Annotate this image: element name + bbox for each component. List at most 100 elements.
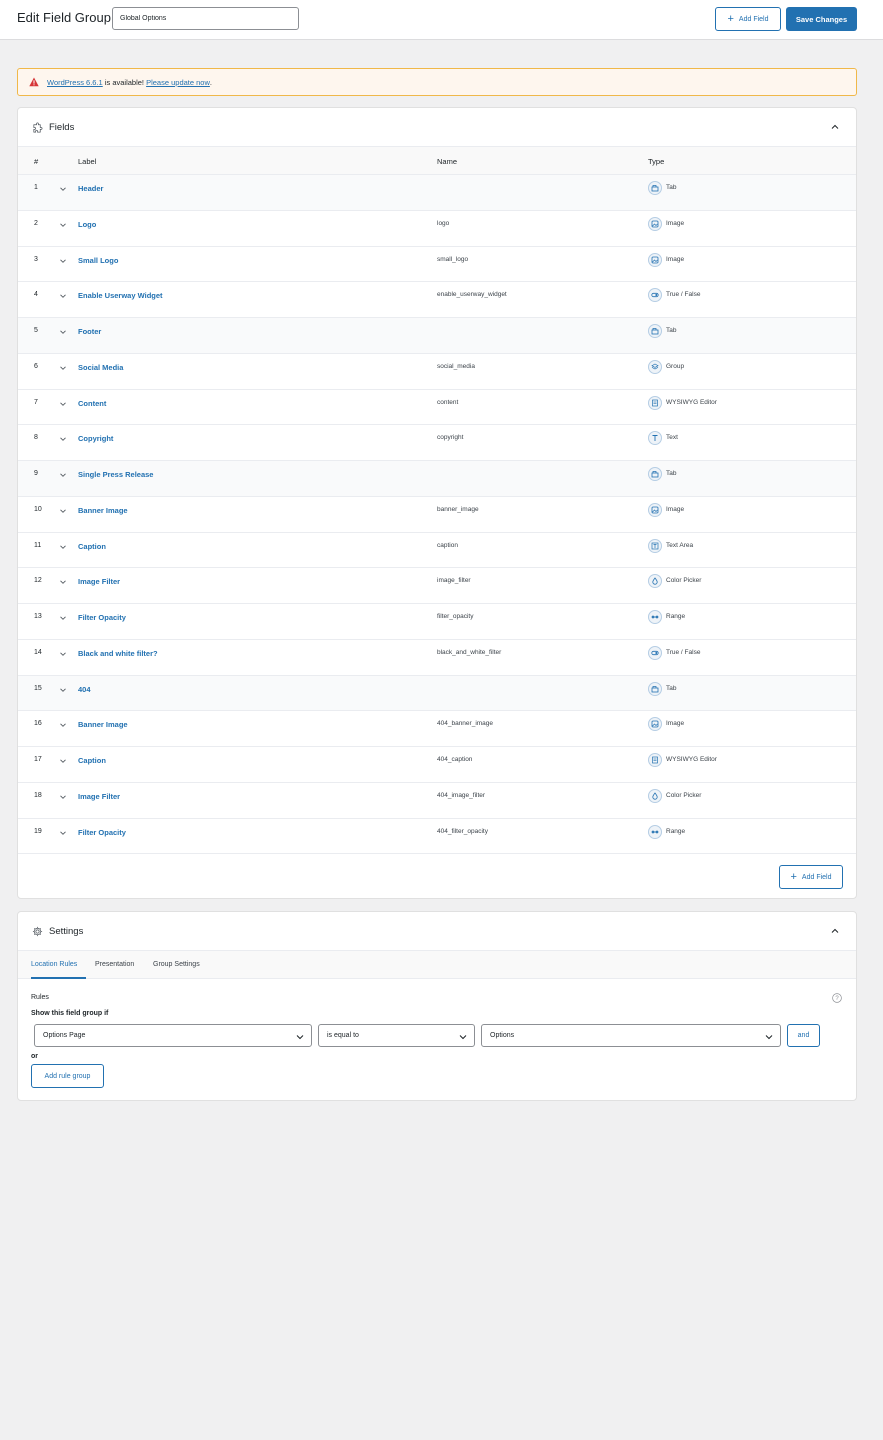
fields-table-header: # Label Name Type: [18, 146, 856, 175]
field-row[interactable]: 17 Caption 404_caption WYSIWYG Editor: [18, 747, 856, 783]
field-row[interactable]: 10 Banner Image banner_image Image: [18, 496, 856, 533]
plus-icon: +: [727, 12, 734, 25]
field-row[interactable]: 12 Image Filter image_filter Color Picker: [18, 568, 856, 604]
expand-chevron-down-icon[interactable]: [59, 292, 67, 300]
rule-operator-select[interactable]: is equal to: [318, 1024, 475, 1047]
field-row[interactable]: 1 Header Tab: [18, 175, 856, 211]
field-label-link[interactable]: 404: [78, 685, 91, 694]
tab-presentation[interactable]: Presentation: [95, 961, 134, 968]
tab-group-settings[interactable]: Group Settings: [153, 961, 200, 968]
field-label-link[interactable]: Logo: [78, 220, 96, 229]
rule-param-select[interactable]: Options Page: [34, 1024, 312, 1047]
expand-chevron-down-icon[interactable]: [59, 578, 67, 586]
field-type: Tab: [666, 184, 677, 191]
add-field-button[interactable]: + Add Field: [715, 7, 781, 31]
field-label-link[interactable]: Banner Image: [78, 506, 128, 515]
expand-chevron-down-icon[interactable]: [59, 543, 67, 551]
field-row[interactable]: 5 Footer Tab: [18, 318, 856, 354]
field-row[interactable]: 18 Image Filter 404_image_filter Color Pick…: [18, 782, 856, 819]
expand-chevron-down-icon[interactable]: [59, 221, 67, 229]
rule-value-select[interactable]: Options: [481, 1024, 781, 1047]
field-label-link[interactable]: Enable Userway Widget: [78, 291, 163, 300]
settings-tabs: Location Rules Presentation Group Settin…: [18, 950, 856, 979]
expand-chevron-down-icon[interactable]: [59, 793, 67, 801]
update-now-link[interactable]: Please update now: [146, 78, 210, 87]
field-type: WYSIWYG Editor: [666, 398, 717, 406]
and-rule-button[interactable]: and: [787, 1024, 820, 1047]
expand-chevron-down-icon[interactable]: [59, 328, 67, 336]
expand-chevron-down-icon[interactable]: [59, 829, 67, 837]
expand-chevron-down-icon[interactable]: [59, 185, 67, 193]
tab-location-rules[interactable]: Location Rules: [31, 961, 77, 968]
field-label-link[interactable]: Copyright: [78, 434, 113, 443]
image-icon: [648, 502, 662, 517]
expand-chevron-down-icon[interactable]: [59, 686, 67, 694]
field-label-link[interactable]: Filter Opacity: [78, 613, 126, 622]
expand-chevron-down-icon[interactable]: [59, 471, 67, 479]
color-picker-icon: [648, 788, 662, 803]
field-label-link[interactable]: Filter Opacity: [78, 828, 126, 837]
rule-param-value: Options Page: [43, 1032, 86, 1039]
expand-chevron-down-icon[interactable]: [59, 400, 67, 408]
field-group-title-input[interactable]: [112, 7, 299, 30]
field-label-link[interactable]: Banner Image: [78, 720, 128, 729]
field-order-number: 3: [34, 255, 38, 263]
expand-chevron-down-icon[interactable]: [59, 435, 67, 443]
field-label-link[interactable]: Black and white filter?: [78, 649, 158, 658]
expand-chevron-down-icon[interactable]: [59, 614, 67, 622]
add-field-bottom-button[interactable]: + Add Field: [779, 865, 843, 889]
field-order-number: 11: [34, 541, 42, 549]
field-label-link[interactable]: Footer: [78, 327, 101, 336]
expand-chevron-down-icon[interactable]: [59, 721, 67, 729]
field-row[interactable]: 19 Filter Opacity 404_filter_opacity Range: [18, 818, 856, 855]
field-row[interactable]: 16 Banner Image 404_banner_image Image: [18, 711, 856, 747]
color-picker-icon: [648, 574, 662, 589]
save-changes-button[interactable]: Save Changes: [786, 7, 857, 31]
field-row[interactable]: 9 Single Press Release Tab: [18, 461, 856, 497]
field-order-number: 15: [34, 684, 42, 692]
collapse-chevron-up-icon[interactable]: [830, 926, 840, 936]
field-label-link[interactable]: Image Filter: [78, 577, 120, 586]
field-row[interactable]: 7 Content content WYSIWYG Editor: [18, 389, 856, 426]
field-label-link[interactable]: Single Press Release: [78, 470, 153, 479]
image-icon: [648, 252, 662, 267]
expand-chevron-down-icon[interactable]: [59, 507, 67, 515]
field-order-number: 7: [34, 398, 38, 406]
svg-text:?: ?: [835, 996, 839, 1002]
settings-panel: Settings Location Rules Presentation Gro…: [17, 911, 857, 1101]
field-label-link[interactable]: Caption: [78, 756, 106, 765]
expand-chevron-down-icon[interactable]: [59, 257, 67, 265]
add-rule-group-button[interactable]: Add rule group: [31, 1064, 104, 1088]
field-label-link[interactable]: Social Media: [78, 363, 123, 372]
field-label-link[interactable]: Small Logo: [78, 256, 118, 265]
field-row[interactable]: 15 404 Tab: [18, 675, 856, 712]
field-row[interactable]: 14 Black and white filter? black_and_white…: [18, 639, 856, 676]
field-label-link[interactable]: Image Filter: [78, 792, 120, 801]
top-header-bar: Edit Field Group + Add Field Save Change…: [0, 0, 883, 40]
field-row[interactable]: 3 Small Logo small_logo Image: [18, 246, 856, 283]
column-number: #: [34, 157, 39, 166]
field-row[interactable]: 2 Logo logo Image: [18, 210, 856, 247]
field-order-number: 14: [34, 648, 42, 656]
field-row[interactable]: 11 Caption caption Text Area: [18, 532, 856, 569]
add-field-bottom-label: Add Field: [801, 873, 832, 881]
expand-chevron-down-icon[interactable]: [59, 364, 67, 372]
field-row[interactable]: 13 Filter Opacity filter_opacity Range: [18, 604, 856, 640]
collapse-chevron-up-icon[interactable]: [830, 122, 840, 132]
field-label-link[interactable]: Content: [78, 399, 106, 408]
fields-table-body: 1 Header Tab 2 Logo logo Image 3 Small Logo small…: [18, 175, 856, 855]
field-label-link[interactable]: Header: [78, 184, 103, 193]
field-row[interactable]: 8 Copyright copyright Text: [18, 425, 856, 461]
field-row[interactable]: 6 Social Media social_media Group: [18, 353, 856, 390]
field-row[interactable]: 4 Enable Userway Widget enable_userway_wid…: [18, 282, 856, 318]
field-label-link[interactable]: Caption: [78, 542, 106, 551]
settings-panel-title: Settings: [49, 925, 84, 937]
expand-chevron-down-icon[interactable]: [59, 650, 67, 658]
active-tab-indicator: [31, 977, 86, 979]
wordpress-version-link[interactable]: WordPress 6.6.1: [47, 78, 103, 87]
warning-icon: [29, 77, 39, 87]
expand-chevron-down-icon[interactable]: [59, 757, 67, 765]
help-question-icon[interactable]: ?: [832, 993, 842, 1003]
field-type: Image: [666, 720, 685, 728]
textarea-icon: [648, 538, 662, 553]
